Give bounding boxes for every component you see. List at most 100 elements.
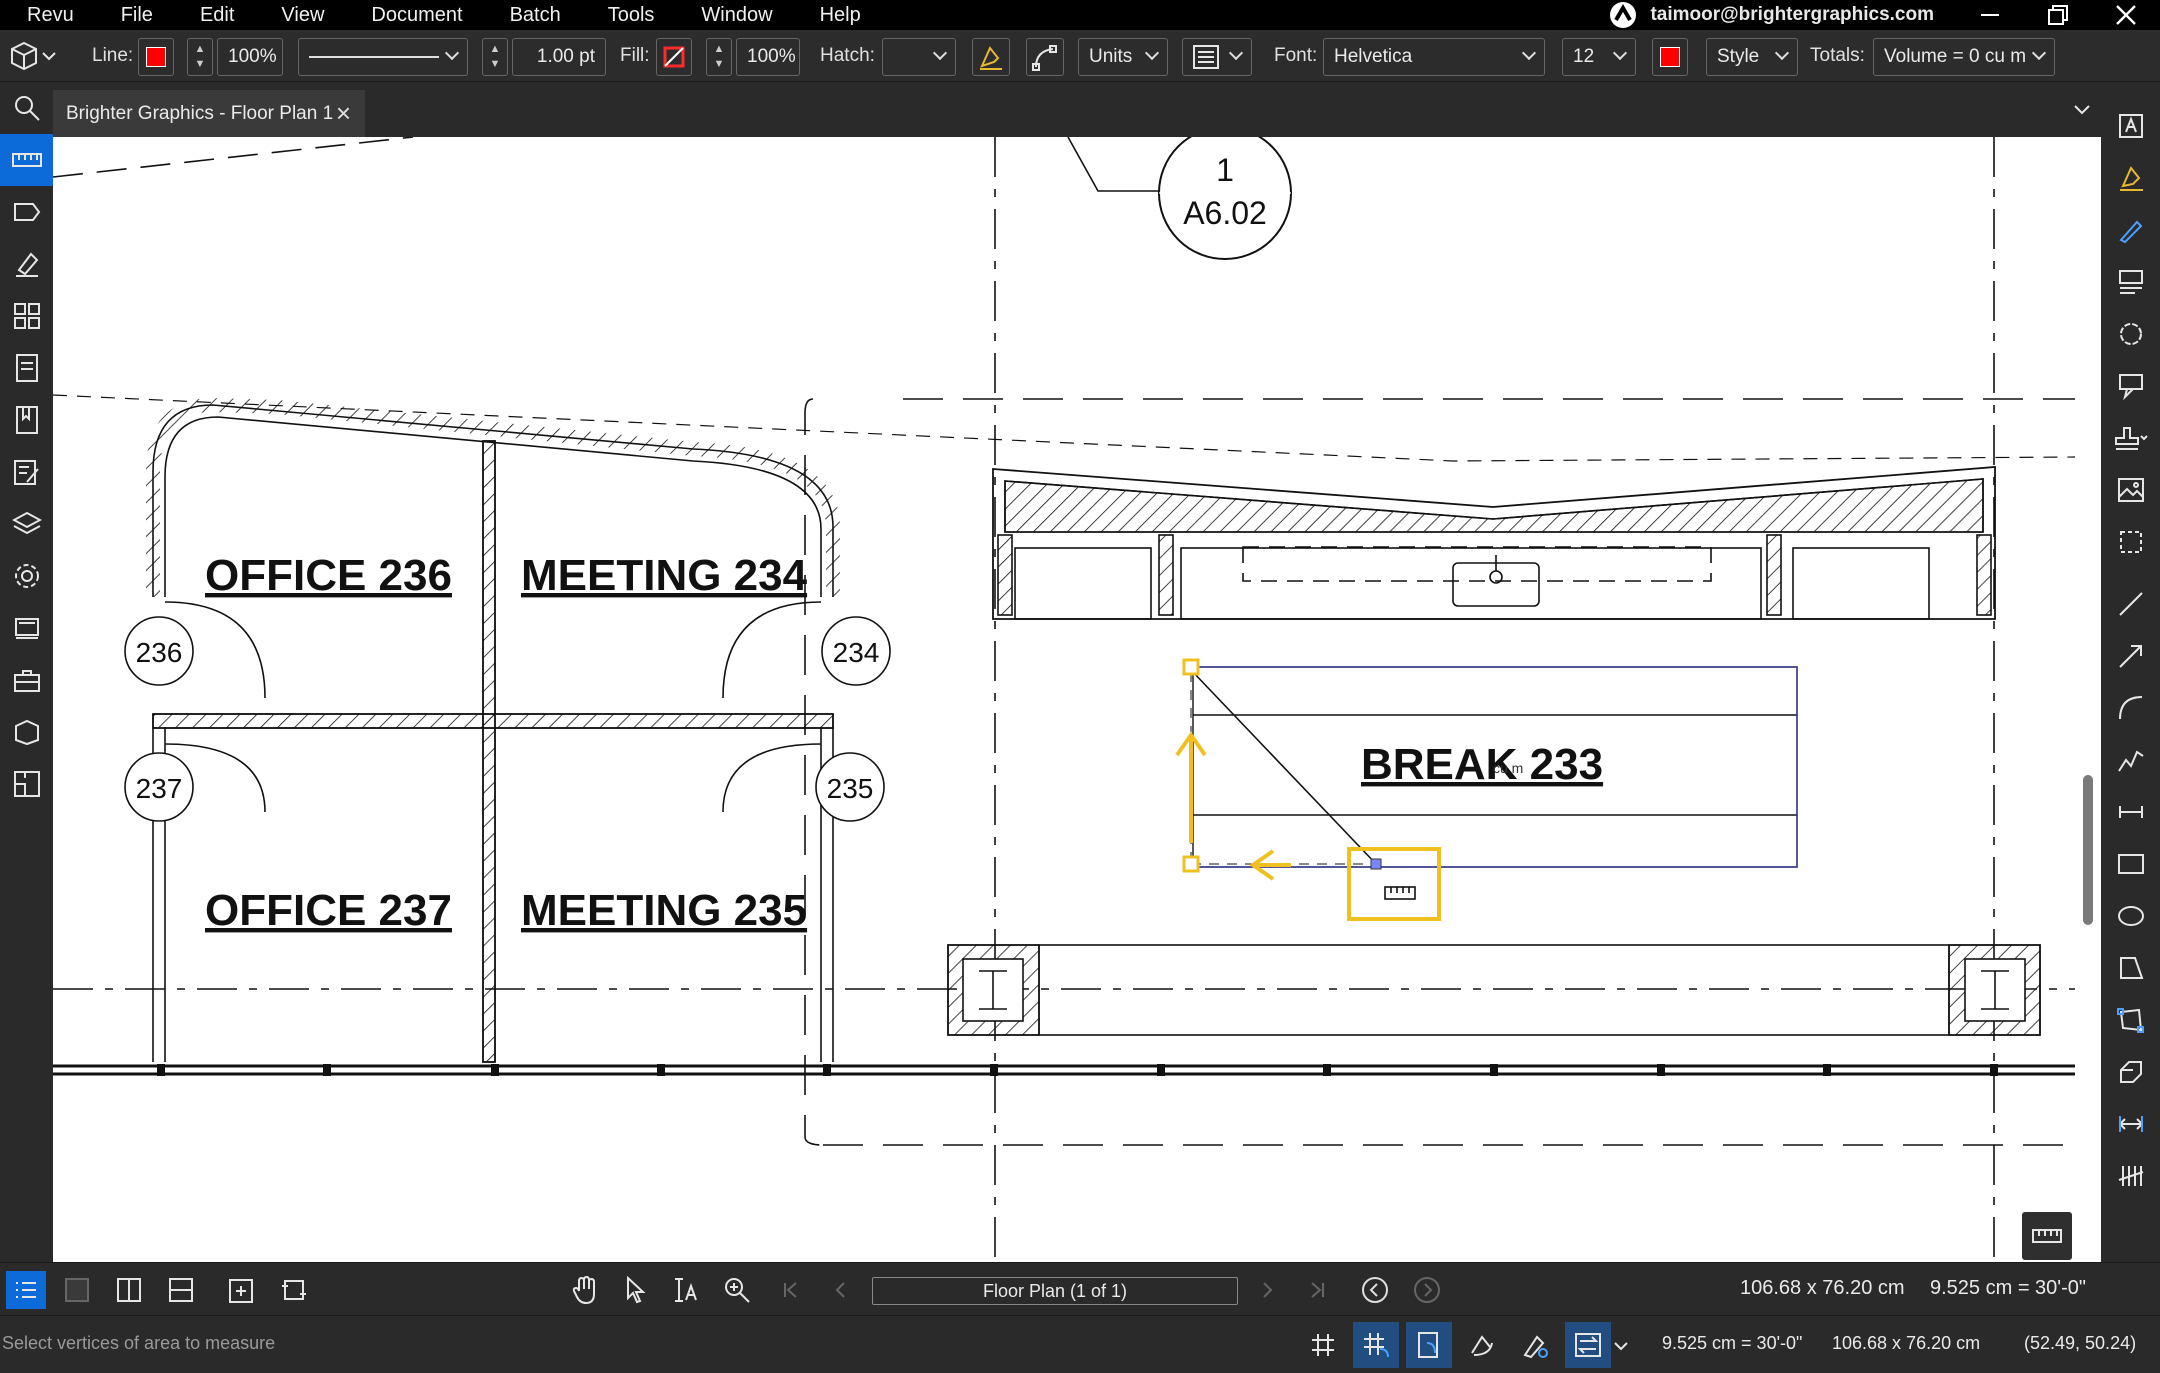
split-vertical-button[interactable] bbox=[110, 1271, 148, 1309]
polyline-tool[interactable] bbox=[2101, 734, 2160, 786]
area-measure-tool[interactable] bbox=[2101, 994, 2160, 1046]
first-page-button[interactable] bbox=[772, 1271, 810, 1309]
sets-panel-button[interactable] bbox=[0, 602, 53, 654]
line-style-dropdown[interactable] bbox=[298, 38, 468, 76]
list-panel-button[interactable] bbox=[6, 1271, 46, 1309]
perimeter-tool[interactable] bbox=[2101, 1098, 2160, 1150]
swap-toggle[interactable] bbox=[1565, 1322, 1611, 1368]
highlight-tool[interactable] bbox=[2101, 152, 2160, 204]
previous-view-button[interactable] bbox=[1356, 1271, 1394, 1309]
properties-panel-button[interactable] bbox=[0, 446, 53, 498]
font-dropdown[interactable]: Helvetica bbox=[1323, 38, 1545, 76]
select-tool-button[interactable] bbox=[616, 1271, 654, 1309]
line-width-stepper[interactable]: ▲ ▼ bbox=[482, 38, 508, 76]
user-email[interactable]: taimoor@brightergraphics.com bbox=[1650, 4, 1934, 26]
last-page-button[interactable] bbox=[1298, 1271, 1336, 1309]
toolchest-panel-button[interactable] bbox=[0, 654, 53, 706]
vertical-scroll-track[interactable] bbox=[2075, 137, 2101, 1262]
ellipse-tool[interactable] bbox=[2101, 890, 2160, 942]
previous-page-button[interactable] bbox=[822, 1271, 860, 1309]
reuse-toggle[interactable] bbox=[1459, 1322, 1505, 1368]
volume-measure-tool[interactable] bbox=[2101, 1046, 2160, 1098]
restore-button[interactable] bbox=[2024, 0, 2092, 30]
measurement-markup[interactable] bbox=[1175, 658, 1798, 921]
menu-document[interactable]: Document bbox=[344, 4, 482, 27]
font-size-dropdown[interactable]: 12 bbox=[1562, 38, 1636, 76]
file-access-panel-button[interactable] bbox=[0, 342, 53, 394]
dimension-tool[interactable] bbox=[2101, 786, 2160, 838]
measure-overlay-button[interactable] bbox=[2022, 1212, 2072, 1260]
snapshot-tool[interactable] bbox=[2101, 516, 2160, 568]
single-page-view-button[interactable] bbox=[58, 1271, 96, 1309]
text-align-dropdown[interactable] bbox=[1182, 38, 1252, 76]
tabs-chevron-down-icon[interactable] bbox=[2071, 99, 2093, 121]
arc-tool[interactable] bbox=[2101, 682, 2160, 734]
close-button[interactable] bbox=[2092, 0, 2160, 30]
status-chevron-down-icon[interactable] bbox=[1612, 1337, 1630, 1355]
snap-to-markup-toggle[interactable] bbox=[1406, 1322, 1452, 1368]
pan-tool-button[interactable] bbox=[566, 1271, 604, 1309]
fill-color-swatch[interactable] bbox=[656, 38, 692, 76]
measure-mode-dropdown[interactable] bbox=[8, 36, 58, 76]
curve-button[interactable] bbox=[1026, 38, 1064, 76]
rectangle-tool[interactable] bbox=[2101, 838, 2160, 890]
next-view-button[interactable] bbox=[1408, 1271, 1446, 1309]
grid-toggle[interactable] bbox=[1300, 1322, 1346, 1368]
markups-panel-button[interactable] bbox=[0, 238, 53, 290]
menu-tools[interactable]: Tools bbox=[581, 4, 675, 27]
pen-tool[interactable] bbox=[2101, 204, 2160, 256]
menu-revu[interactable]: Revu bbox=[0, 4, 94, 27]
vertical-scrollbar-thumb[interactable] bbox=[2083, 775, 2093, 925]
vertex-handle-start[interactable] bbox=[1182, 658, 1200, 676]
stamp-tool[interactable] bbox=[2101, 412, 2160, 464]
settings-panel-button[interactable] bbox=[0, 550, 53, 602]
vertex-handle[interactable] bbox=[1182, 855, 1200, 873]
zoom-button[interactable] bbox=[718, 1271, 756, 1309]
drawing-canvas[interactable]: 1 A6.02 236 234 237 235 OFFICE 236 MEETI… bbox=[53, 137, 2075, 1262]
count-tool[interactable] bbox=[2101, 1150, 2160, 1202]
user-logo-icon[interactable] bbox=[1606, 0, 1640, 30]
units-dropdown[interactable]: Units bbox=[1078, 38, 1168, 76]
select-text-button[interactable] bbox=[666, 1271, 704, 1309]
sync-view-button[interactable] bbox=[222, 1271, 260, 1309]
minimize-button[interactable] bbox=[1956, 0, 2024, 30]
menu-view[interactable]: View bbox=[254, 4, 344, 27]
menu-edit[interactable]: Edit bbox=[173, 4, 254, 27]
line-tool[interactable] bbox=[2101, 578, 2160, 630]
tab-close-icon[interactable]: × bbox=[336, 98, 351, 129]
hatch-dropdown[interactable] bbox=[882, 38, 956, 76]
totals-dropdown[interactable]: Volume = 0 cu m bbox=[1873, 38, 2055, 76]
snap-to-content-toggle[interactable] bbox=[1353, 1322, 1399, 1368]
menu-batch[interactable]: Batch bbox=[483, 4, 581, 27]
page-navigator[interactable]: Floor Plan (1 of 1) bbox=[872, 1277, 1238, 1305]
style-dropdown[interactable]: Style bbox=[1706, 38, 1798, 76]
next-page-button[interactable] bbox=[1248, 1271, 1286, 1309]
menu-file[interactable]: File bbox=[94, 4, 173, 27]
sheet-panel-button[interactable] bbox=[0, 758, 53, 810]
bookmarks-panel-button[interactable] bbox=[0, 394, 53, 446]
line-color-swatch[interactable] bbox=[138, 38, 174, 76]
menu-help[interactable]: Help bbox=[793, 4, 881, 27]
measurements-panel-button[interactable] bbox=[0, 134, 53, 186]
text-box-tool[interactable] bbox=[2101, 100, 2160, 152]
spaces-panel-button[interactable] bbox=[0, 706, 53, 758]
line-opacity-stepper[interactable]: ▲ ▼ bbox=[187, 38, 213, 76]
document-tab[interactable]: Brighter Graphics - Floor Plan 1 × bbox=[53, 90, 365, 137]
sync-toggle[interactable] bbox=[1512, 1322, 1558, 1368]
callout-tool[interactable] bbox=[2101, 256, 2160, 308]
fill-opacity-field[interactable]: 100% bbox=[736, 38, 800, 76]
fill-opacity-stepper[interactable]: ▲ ▼ bbox=[706, 38, 732, 76]
menu-window[interactable]: Window bbox=[674, 4, 792, 27]
line-opacity-field[interactable]: 100% bbox=[217, 38, 283, 76]
tags-panel-button[interactable] bbox=[0, 186, 53, 238]
cloud-tool[interactable] bbox=[2101, 308, 2160, 360]
split-horizontal-button[interactable] bbox=[162, 1271, 200, 1309]
image-tool[interactable] bbox=[2101, 464, 2160, 516]
compare-button[interactable] bbox=[274, 1271, 312, 1309]
polygon-tool[interactable] bbox=[2101, 942, 2160, 994]
search-button[interactable] bbox=[0, 82, 53, 134]
note-tool[interactable] bbox=[2101, 360, 2160, 412]
arrow-tool[interactable] bbox=[2101, 630, 2160, 682]
thumbnails-panel-button[interactable] bbox=[0, 290, 53, 342]
pen-style-button[interactable] bbox=[972, 38, 1010, 76]
